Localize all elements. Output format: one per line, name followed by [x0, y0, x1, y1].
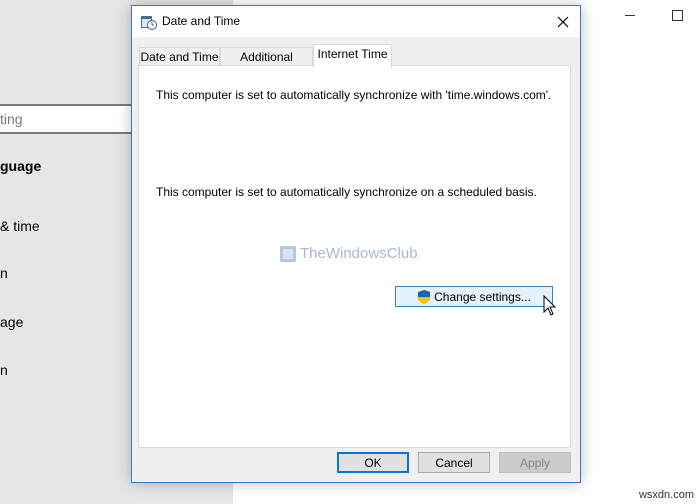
date-time-dialog: Date and Time Date and Time Additional C…	[131, 5, 581, 483]
watermark-text: TheWindowsClub	[300, 245, 418, 262]
watermark-logo: TheWindowsClub	[280, 245, 418, 262]
change-settings-button[interactable]: Change settings...	[395, 286, 553, 307]
close-button[interactable]	[546, 6, 580, 37]
tab-internet-time[interactable]: Internet Time	[313, 44, 392, 68]
watermark-icon	[280, 245, 296, 262]
dialog-titlebar[interactable]: Date and Time	[132, 6, 580, 37]
maximize-icon[interactable]	[672, 10, 683, 21]
settings-nav-date-time[interactable]: & time	[0, 218, 40, 234]
minimize-icon[interactable]	[625, 15, 635, 16]
tab-additional-clocks[interactable]: Additional Clocks	[220, 47, 313, 83]
settings-search-input[interactable]: ting	[0, 104, 133, 134]
settings-nav-region[interactable]: n	[0, 265, 8, 281]
dialog-title: Date and Time	[162, 14, 241, 28]
tab-date-and-time[interactable]: Date and Time	[139, 47, 220, 67]
site-watermark: wsxdn.com	[638, 489, 694, 501]
change-settings-label: Change settings...	[434, 289, 531, 304]
settings-nav-language-2[interactable]: age	[0, 314, 23, 330]
sync-schedule-message: This computer is set to automatically sy…	[156, 185, 537, 199]
settings-nav-speech[interactable]: n	[0, 362, 8, 378]
settings-nav-language[interactable]: guage	[0, 158, 41, 174]
shield-icon	[418, 289, 431, 304]
apply-button[interactable]: Apply	[499, 452, 571, 473]
close-icon	[557, 16, 569, 27]
internet-time-panel: This computer is set to automatically sy…	[138, 65, 571, 448]
cancel-button[interactable]: Cancel	[418, 452, 490, 473]
datetime-icon	[141, 16, 157, 30]
sync-server-message: This computer is set to automatically sy…	[156, 88, 552, 102]
cursor-icon	[543, 295, 557, 316]
ok-button[interactable]: OK	[337, 452, 409, 473]
